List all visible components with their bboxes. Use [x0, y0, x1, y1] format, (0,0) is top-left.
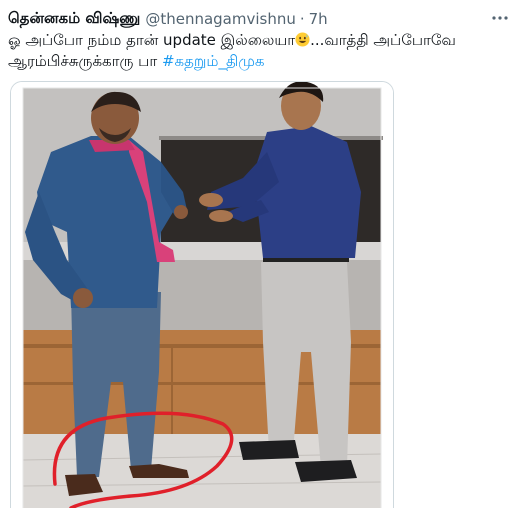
hashtag-link[interactable]: #கதறும்_திமுக — [162, 52, 265, 70]
tweet[interactable]: தென்னகம் விஷ்ணு @thennagamvishnu · 7h ஓ … — [0, 0, 520, 508]
user-handle[interactable]: @thennagamvishnu — [145, 10, 296, 28]
photo-illustration — [11, 82, 393, 508]
tweet-media-image[interactable] — [10, 81, 394, 508]
tweet-text-part1: ஓ அப்போ நம்ம தான் update இல்லையா — [8, 31, 296, 49]
tweet-header: தென்னகம் விஷ்ணு @thennagamvishnu · 7h — [8, 8, 490, 30]
tweet-time[interactable]: 7h — [309, 10, 328, 28]
display-name[interactable]: தென்னகம் விஷ்ணு — [8, 9, 140, 29]
tweet-text: ஓ அப்போ நம்ம தான் update இல்லையா ...வாத்… — [8, 30, 513, 72]
grinning-sweat-emoji-icon — [295, 32, 310, 47]
separator-dot: · — [299, 10, 305, 28]
more-icon[interactable] — [492, 10, 508, 26]
